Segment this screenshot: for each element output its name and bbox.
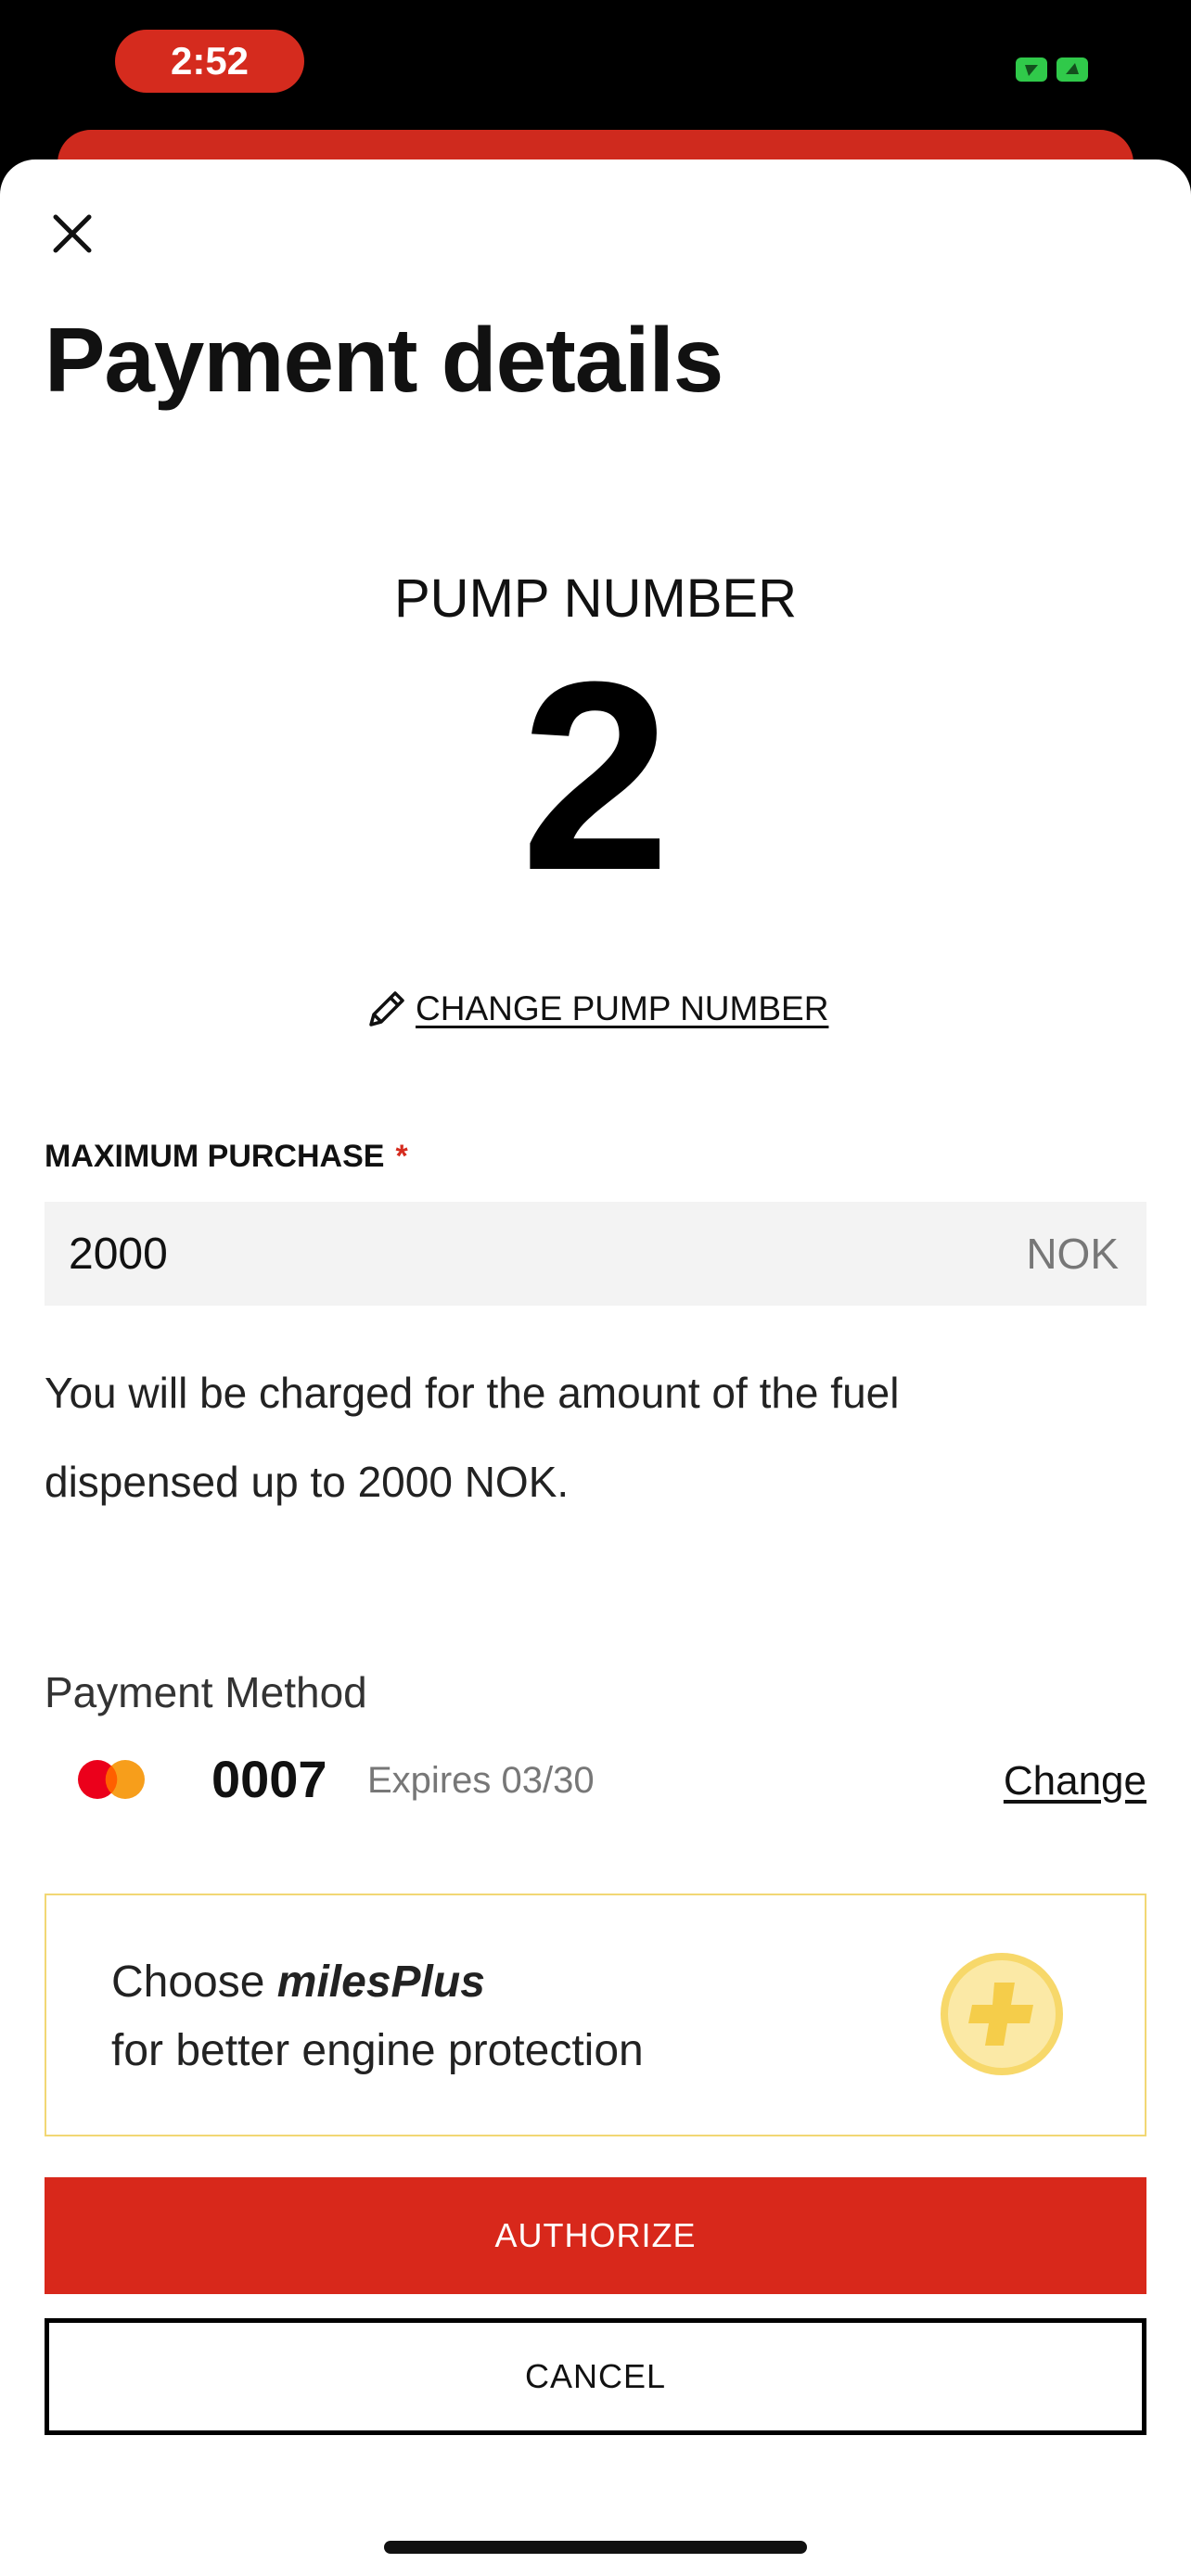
charge-info-line2: dispensed up to 2000 NOK. [45, 1458, 570, 1506]
change-payment-method-link[interactable]: Change [1004, 1758, 1146, 1804]
plus-circle-icon [941, 1953, 1063, 2075]
mastercard-icon [78, 1760, 145, 1799]
max-purchase-currency: NOK [1026, 1230, 1119, 1278]
status-time: 2:52 [115, 30, 304, 93]
cancel-button[interactable]: CANCEL [45, 2318, 1146, 2435]
promo-brand: milesPlus [276, 1958, 485, 2007]
close-icon[interactable] [46, 208, 98, 260]
promo-prefix: Choose [111, 1958, 277, 2007]
pump-number-label: PUMP NUMBER [394, 568, 797, 629]
payment-sheet: Payment details PUMP NUMBER 2 CHANGE PUM… [0, 159, 1191, 2576]
authorize-button[interactable]: AUTHORIZE [45, 2177, 1146, 2294]
card-last-digits: 0007 [211, 1750, 327, 1808]
change-pump-number-label: CHANGE PUMP NUMBER [416, 989, 829, 1027]
promo-line2: for better engine protection [111, 2026, 644, 2075]
charge-info-text: You will be charged for the amount of th… [45, 1348, 1111, 1526]
promo-line1: Choose milesPlus [111, 1957, 485, 2008]
change-pump-number-link[interactable]: CHANGE PUMP NUMBER [364, 983, 828, 1035]
call-indicator-icon [1016, 57, 1088, 82]
milesplus-promo-banner[interactable]: Choose milesPlus for better engine prote… [45, 1894, 1146, 2136]
home-indicator[interactable] [384, 2541, 807, 2554]
required-marker: * [395, 1139, 408, 1174]
pump-number-value: 2 [520, 626, 671, 926]
payment-method-title: Payment Method [45, 1668, 367, 1716]
max-purchase-label: MAXIMUM PURCHASE * [45, 1139, 408, 1175]
max-purchase-value: 2000 [69, 1229, 168, 1279]
max-purchase-input[interactable]: 2000 NOK [45, 1202, 1146, 1306]
page-title: Payment details [45, 309, 724, 411]
charge-info-line1: You will be charged for the amount of th… [45, 1369, 900, 1417]
card-expiry: Expires 03/30 [367, 1760, 595, 1801]
max-purchase-label-text: MAXIMUM PURCHASE [45, 1139, 385, 1174]
payment-method-row: 0007 Expires 03/30 Change [45, 1736, 1146, 1819]
pencil-icon [369, 991, 404, 1027]
